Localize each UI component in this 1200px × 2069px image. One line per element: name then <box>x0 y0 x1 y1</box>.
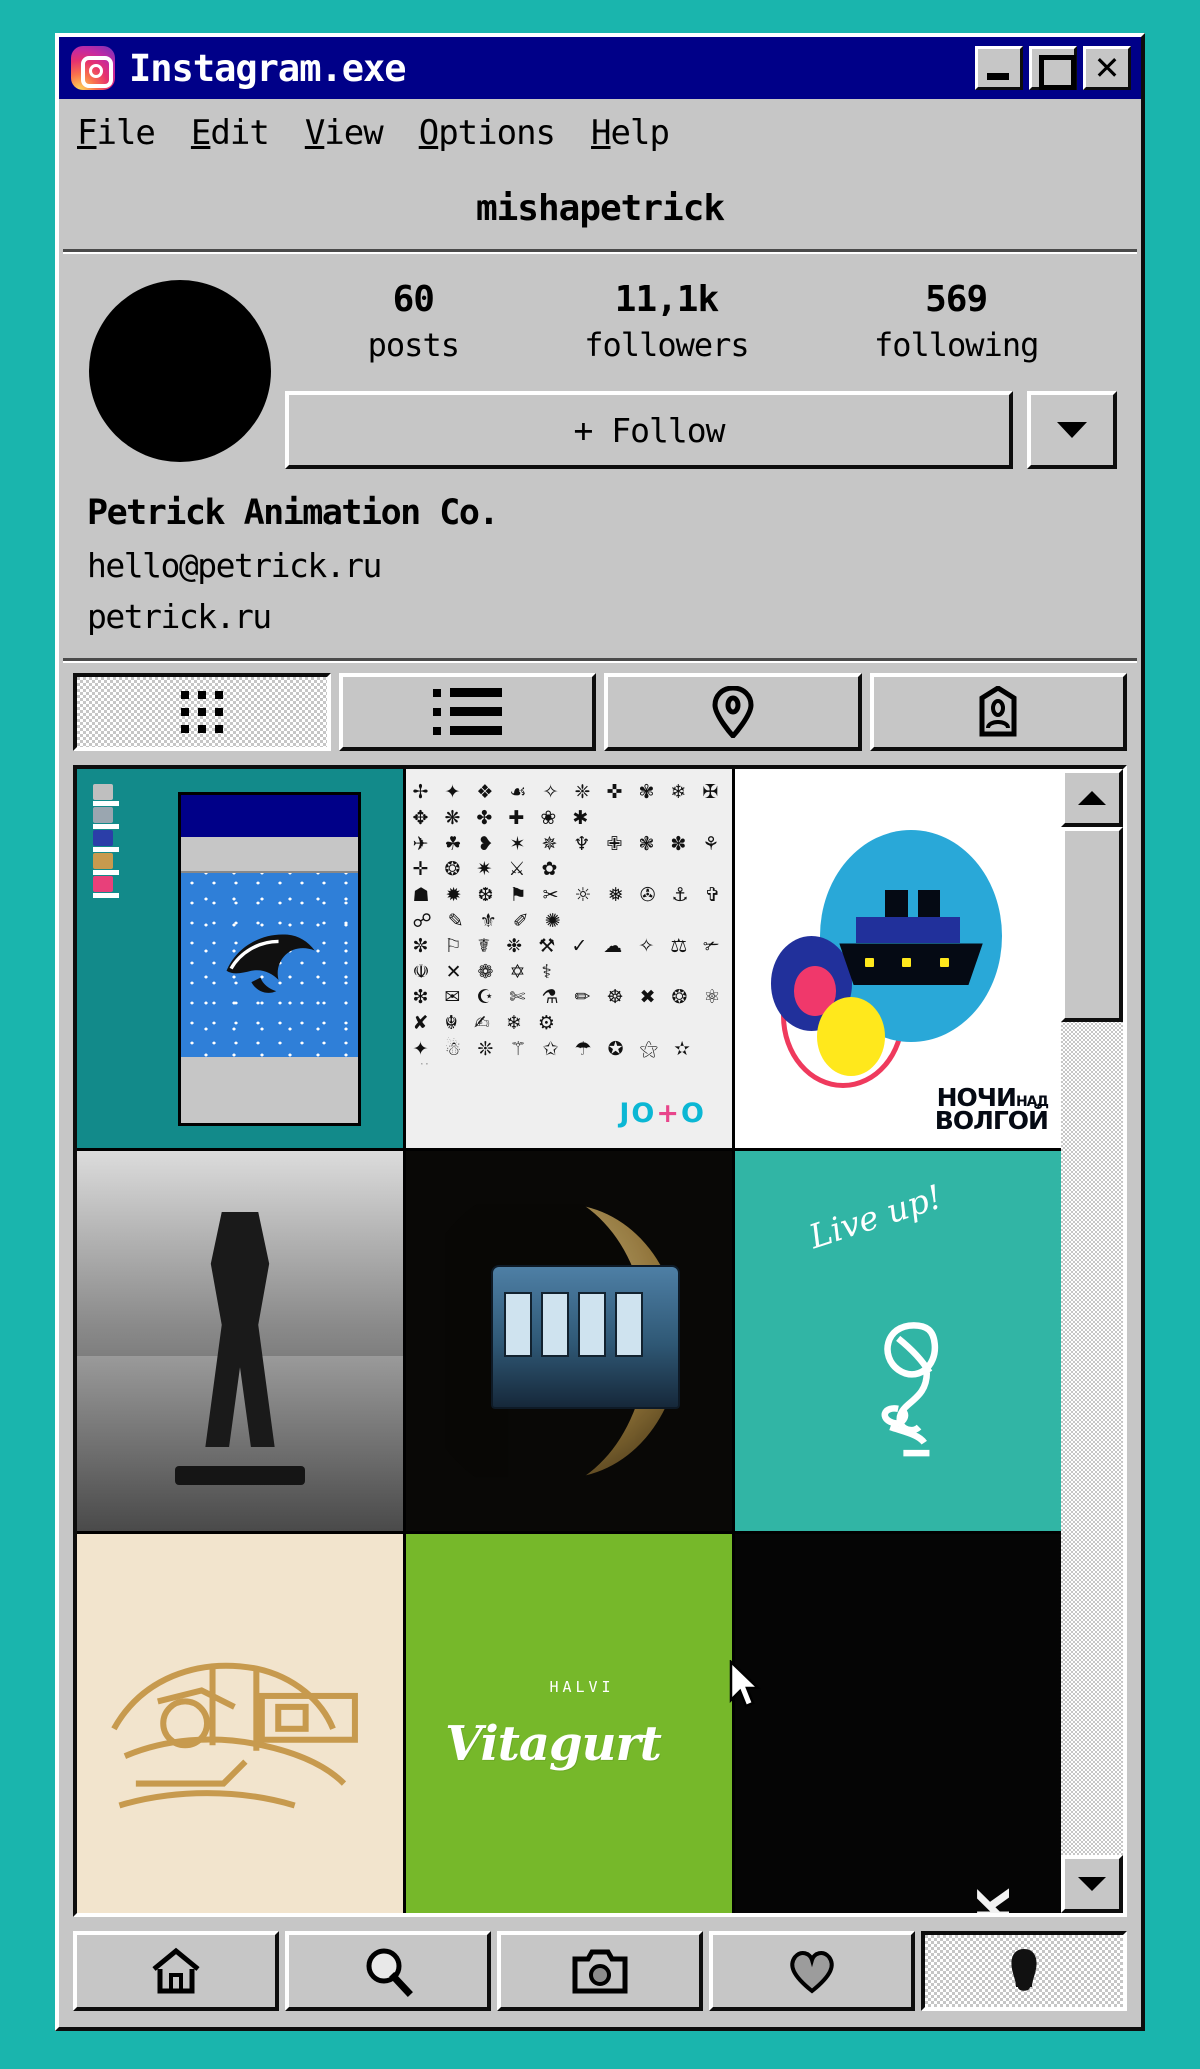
home-icon <box>152 1947 200 1994</box>
nav-profile[interactable] <box>921 1931 1127 2011</box>
desktop-icons <box>93 784 114 893</box>
camera-icon <box>572 1949 628 1994</box>
jojo-wordmark: JO+O <box>619 1098 706 1130</box>
scroll-down-button[interactable] <box>1061 1855 1123 1913</box>
dolphin-icon <box>226 934 315 994</box>
stat-followers-label: followers <box>584 326 749 365</box>
scrollbar-thumb[interactable] <box>1061 826 1123 1022</box>
maximize-button[interactable] <box>1029 46 1077 90</box>
scrollbar-track[interactable] <box>1061 1022 1123 1855</box>
page-title: mishapetrick <box>475 187 725 229</box>
vertical-scrollbar[interactable] <box>1061 768 1123 1913</box>
search-icon <box>366 1948 413 1997</box>
menu-item-file[interactable]: File <box>77 113 156 153</box>
stat-posts-value: 60 <box>392 279 435 320</box>
post-tile-vitagurt[interactable]: HALVI Vitagurt <box>406 1533 732 1913</box>
scroll-up-button[interactable] <box>1061 768 1123 827</box>
bio-email[interactable]: hello@petrick.ru <box>87 540 1117 591</box>
scroll-up-arrow-icon <box>1078 790 1106 805</box>
profile-section: 60 posts 11,1k followers 569 following +… <box>59 254 1141 658</box>
person-card-icon <box>979 685 1017 737</box>
nav-activity[interactable] <box>709 1931 915 2011</box>
stat-followers-value: 11,1k <box>614 279 719 320</box>
window-title: Instagram.exe <box>129 46 407 90</box>
menu-item-view[interactable]: View <box>305 113 384 153</box>
profile-icon <box>1011 1949 1037 1991</box>
post-tile-jojo-glyphs[interactable]: ✢ ✦ ❖ ☙ ✧ ❈ ✜ ✾ ❄ ✠ ✥ ❋ ✤ ✚ ❀ ✱ ✈ ☘ ❥ ✶ … <box>406 768 732 1149</box>
tab-grid[interactable] <box>73 672 331 751</box>
stat-following-value: 569 <box>925 279 988 320</box>
menu-bar: File Edit View Options Help <box>59 99 1141 167</box>
application-window: Instagram.exe ✕ File Edit View Options H… <box>55 33 1145 2031</box>
post-tile-line-drawing[interactable] <box>77 1533 403 1913</box>
stats-row: 60 posts 11,1k followers 569 following <box>285 272 1121 369</box>
wireframe-illustration <box>111 1662 359 1809</box>
ptbrik-wordmark: ПТБ РИК <box>969 1890 1020 1913</box>
tab-mentions[interactable] <box>869 672 1127 751</box>
bottom-navigation <box>59 1917 1141 2027</box>
nav-camera[interactable] <box>497 1931 703 2011</box>
vitagurt-sub: HALVI <box>549 1677 615 1696</box>
nav-search[interactable] <box>285 1931 491 2011</box>
list-icon <box>432 688 502 736</box>
stat-following[interactable]: 569 following <box>873 278 1039 369</box>
bio-display-name: Petrick Animation Co. <box>87 493 500 534</box>
volga-title: НОЧИНАД ВОЛГОЙ <box>934 1082 1049 1136</box>
heart-icon <box>790 1951 834 1994</box>
train-illustration <box>490 1265 680 1410</box>
photo-grid: ✢ ✦ ❖ ☙ ✧ ❈ ✜ ✾ ❄ ✠ ✥ ❋ ✤ ✚ ❀ ✱ ✈ ☘ ❥ ✶ … <box>77 768 1061 1913</box>
nav-home[interactable] <box>73 1931 279 2011</box>
post-tile-ptbrik[interactable]: ПТБ РИК <box>735 1533 1061 1913</box>
live-up-text: Live up! <box>804 1176 947 1257</box>
photo-grid-area: ✢ ✦ ❖ ☙ ✧ ❈ ✜ ✾ ❄ ✠ ✥ ❋ ✤ ✚ ❀ ✱ ✈ ☘ ❥ ✶ … <box>73 764 1127 1917</box>
post-tile-metro-moon[interactable] <box>406 1151 732 1531</box>
chevron-down-icon <box>1057 422 1087 439</box>
bio-block: Petrick Animation Co. hello@petrick.ru p… <box>79 469 1121 648</box>
menu-item-options[interactable]: Options <box>419 113 556 153</box>
post-tile-skater-bw[interactable] <box>77 1151 403 1531</box>
follow-dropdown-button[interactable] <box>1027 391 1117 470</box>
location-pin-icon <box>712 685 754 738</box>
post-tile-desktop-dolphin[interactable] <box>77 768 403 1149</box>
tab-tagged[interactable] <box>604 672 862 751</box>
stat-followers[interactable]: 11,1k followers <box>584 278 749 369</box>
avatar[interactable] <box>89 280 271 462</box>
window-controls: ✕ <box>975 46 1133 90</box>
menu-item-edit[interactable]: Edit <box>191 113 270 153</box>
close-button[interactable]: ✕ <box>1083 46 1131 90</box>
instagram-logo-icon <box>71 46 115 90</box>
glyph-scatter: ✢ ✦ ❖ ☙ ✧ ❈ ✜ ✾ ❄ ✠ ✥ ❋ ✤ ✚ ❀ ✱ ✈ ☘ ❥ ✶ … <box>412 781 724 1065</box>
stat-following-label: following <box>873 326 1039 365</box>
vitagurt-wordmark: Vitagurt <box>445 1715 662 1772</box>
title-bar[interactable]: Instagram.exe ✕ <box>59 37 1141 99</box>
sprout-icon <box>881 1322 938 1457</box>
mini-window <box>178 791 361 1126</box>
stat-posts-label: posts <box>367 326 460 365</box>
username-header: mishapetrick <box>59 167 1141 249</box>
scroll-down-arrow-icon <box>1078 1877 1106 1891</box>
minimize-button[interactable] <box>975 46 1023 90</box>
post-tile-live-up[interactable]: Live up! <box>735 1151 1061 1531</box>
tab-bar <box>59 662 1141 765</box>
stat-posts[interactable]: 60 posts <box>367 278 460 369</box>
tab-list[interactable] <box>338 672 596 751</box>
post-tile-volga-nights[interactable]: НОЧИНАД ВОЛГОЙ <box>735 768 1061 1149</box>
menu-item-help[interactable]: Help <box>591 113 670 153</box>
follow-button[interactable]: + Follow <box>285 391 1013 470</box>
ship-icon <box>839 943 983 986</box>
bio-website[interactable]: petrick.ru <box>87 591 1117 642</box>
grid-icon <box>180 690 223 733</box>
